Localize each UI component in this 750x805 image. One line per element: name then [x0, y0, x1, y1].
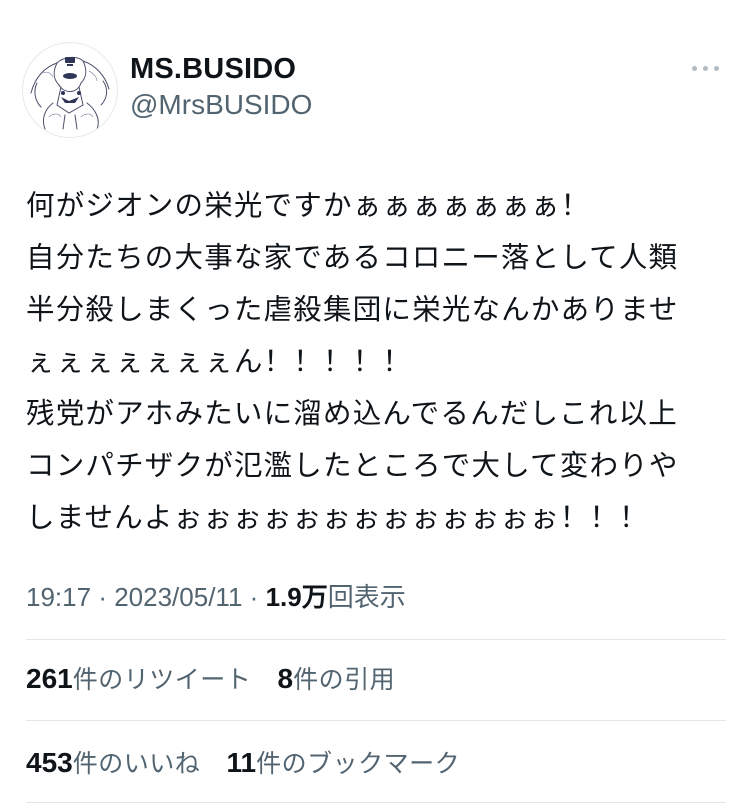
- retweets-stat[interactable]: 261件のリツイート: [26, 660, 251, 699]
- author-handle[interactable]: @MrsBUSIDO: [130, 88, 312, 122]
- tweet-time[interactable]: 19:17: [26, 582, 91, 612]
- retweets-label: 件のリツイート: [72, 665, 252, 694]
- likes-count: 453: [26, 747, 73, 778]
- tweet-text: 何がジオンの栄光ですかぁぁぁぁぁぁぁ！ 自分たちの大事な家であるコロニー落として…: [26, 180, 730, 544]
- tweet-text-line: コンパチザクが氾濫したところで大して変わりや: [26, 449, 679, 482]
- likes-stat[interactable]: 453件のいいね: [26, 744, 200, 783]
- more-horizontal-icon: [692, 66, 697, 71]
- bookmarks-stat[interactable]: 11件のブックマーク: [227, 744, 461, 783]
- divider: [26, 639, 726, 640]
- tweet-text-line: 何がジオンの栄光ですかぁぁぁぁぁぁぁ！: [26, 189, 591, 222]
- meta-separator: ·: [98, 582, 107, 612]
- avatar-illustration: [30, 56, 110, 130]
- tweet-meta: 19:17 · 2023/05/11 · 1.9万回表示: [26, 578, 406, 616]
- tweet-text-line: ぇぇぇぇぇぇぇん！！！！！: [26, 345, 413, 378]
- views-count: 1.9万: [265, 582, 328, 612]
- views-label: 回表示: [327, 582, 406, 612]
- divider: [26, 720, 726, 721]
- more-options-button[interactable]: [692, 58, 724, 78]
- quotes-label: 件の引用: [293, 665, 396, 694]
- quotes-count: 8: [277, 663, 294, 694]
- bookmarks-label: 件のブックマーク: [256, 749, 461, 778]
- quotes-stat[interactable]: 8件の引用: [278, 660, 396, 699]
- retweets-count: 261: [26, 663, 73, 694]
- divider: [26, 802, 726, 803]
- tweet-date[interactable]: 2023/05/11: [114, 582, 242, 612]
- tweet-header: MS.BUSIDO @MrsBUSIDO: [22, 42, 728, 138]
- tweet-text-line: しませんよぉぉぉぉぉぉぉぉぉぉぉぉぉ！！！: [26, 501, 649, 534]
- tweet-text-line: 半分殺しまくった虐殺集団に栄光なんかありませ: [26, 293, 679, 326]
- author-names: MS.BUSIDO @MrsBUSIDO: [130, 52, 312, 122]
- stats-row-reposts: 261件のリツイート 8件の引用: [26, 660, 413, 699]
- author-display-name[interactable]: MS.BUSIDO: [130, 52, 312, 86]
- likes-label: 件のいいね: [72, 749, 201, 778]
- tweet-text-line: 残党がアホみたいに溜め込んでるんだしこれ以上: [26, 397, 678, 430]
- stats-row-likes: 453件のいいね 11件のブックマーク: [26, 744, 478, 783]
- avatar[interactable]: [22, 42, 118, 138]
- meta-separator: ·: [249, 582, 259, 612]
- tweet-text-line: 自分たちの大事な家であるコロニー落として人類: [26, 241, 679, 274]
- bookmarks-count: 11: [226, 747, 257, 778]
